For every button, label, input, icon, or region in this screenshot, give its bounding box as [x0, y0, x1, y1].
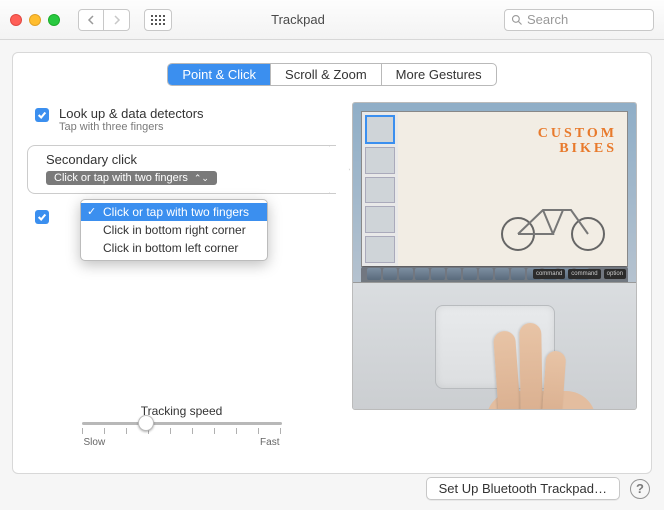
setup-bluetooth-button[interactable]: Set Up Bluetooth Trackpad…	[426, 477, 620, 500]
tab-more-gestures[interactable]: More Gestures	[382, 64, 496, 85]
secondary-dropdown-button[interactable]: Click or tap with two fingers ⌃⌄	[46, 171, 217, 185]
tabs: Point & Click Scroll & Zoom More Gesture…	[13, 63, 651, 86]
tracking-label: Tracking speed	[27, 404, 336, 418]
check-icon: ✓	[87, 205, 96, 218]
close-button[interactable]	[10, 14, 22, 26]
titlebar: Trackpad Search	[0, 0, 664, 40]
slider-slow: Slow	[84, 437, 106, 448]
option-lookup[interactable]: Look up & data detectors Tap with three …	[27, 102, 336, 137]
slider-fast: Fast	[260, 437, 279, 448]
slider-knob[interactable]	[138, 415, 154, 431]
bike-icon	[493, 192, 613, 252]
checkbox-third[interactable]	[35, 210, 49, 224]
dropdown-item-0[interactable]: ✓Click or tap with two fingers	[81, 203, 267, 221]
option-lookup-sub: Tap with three fingers	[59, 121, 204, 133]
option-secondary[interactable]: Secondary click Click or tap with two fi…	[27, 145, 336, 194]
search-input[interactable]: Search	[504, 9, 654, 31]
tab-scroll-zoom[interactable]: Scroll & Zoom	[271, 64, 382, 85]
zoom-button[interactable]	[48, 14, 60, 26]
gesture-preview: CUSTOMBIKES commandcommandoption	[352, 102, 637, 410]
checkbox-lookup[interactable]	[35, 108, 49, 122]
option-lookup-label: Look up & data detectors	[59, 106, 204, 121]
dropdown-item-1[interactable]: Click in bottom right corner	[81, 221, 267, 239]
dropdown-item-2[interactable]: Click in bottom left corner	[81, 239, 267, 257]
option-secondary-label: Secondary click	[46, 152, 217, 167]
hand-illustration	[456, 311, 606, 410]
search-placeholder: Search	[527, 12, 568, 27]
tracking-speed: Tracking speed Slow Fast	[27, 404, 336, 448]
minimize-button[interactable]	[29, 14, 41, 26]
help-button[interactable]: ?	[630, 479, 650, 499]
options-column: Look up & data detectors Tap with three …	[27, 102, 336, 456]
window-title: Trackpad	[100, 12, 496, 27]
secondary-selected: Click or tap with two fingers	[54, 172, 188, 184]
chevron-down-icon: ⌃⌄	[194, 173, 209, 184]
search-icon	[511, 14, 523, 26]
footer: Set Up Bluetooth Trackpad… ?	[426, 477, 650, 500]
secondary-dropdown-menu: ✓Click or tap with two fingers Click in …	[80, 199, 268, 261]
window-controls	[10, 14, 60, 26]
prefs-panel: Point & Click Scroll & Zoom More Gesture…	[12, 52, 652, 474]
tracking-slider[interactable]: Slow Fast	[82, 422, 282, 448]
tab-point-click[interactable]: Point & Click	[168, 64, 271, 85]
